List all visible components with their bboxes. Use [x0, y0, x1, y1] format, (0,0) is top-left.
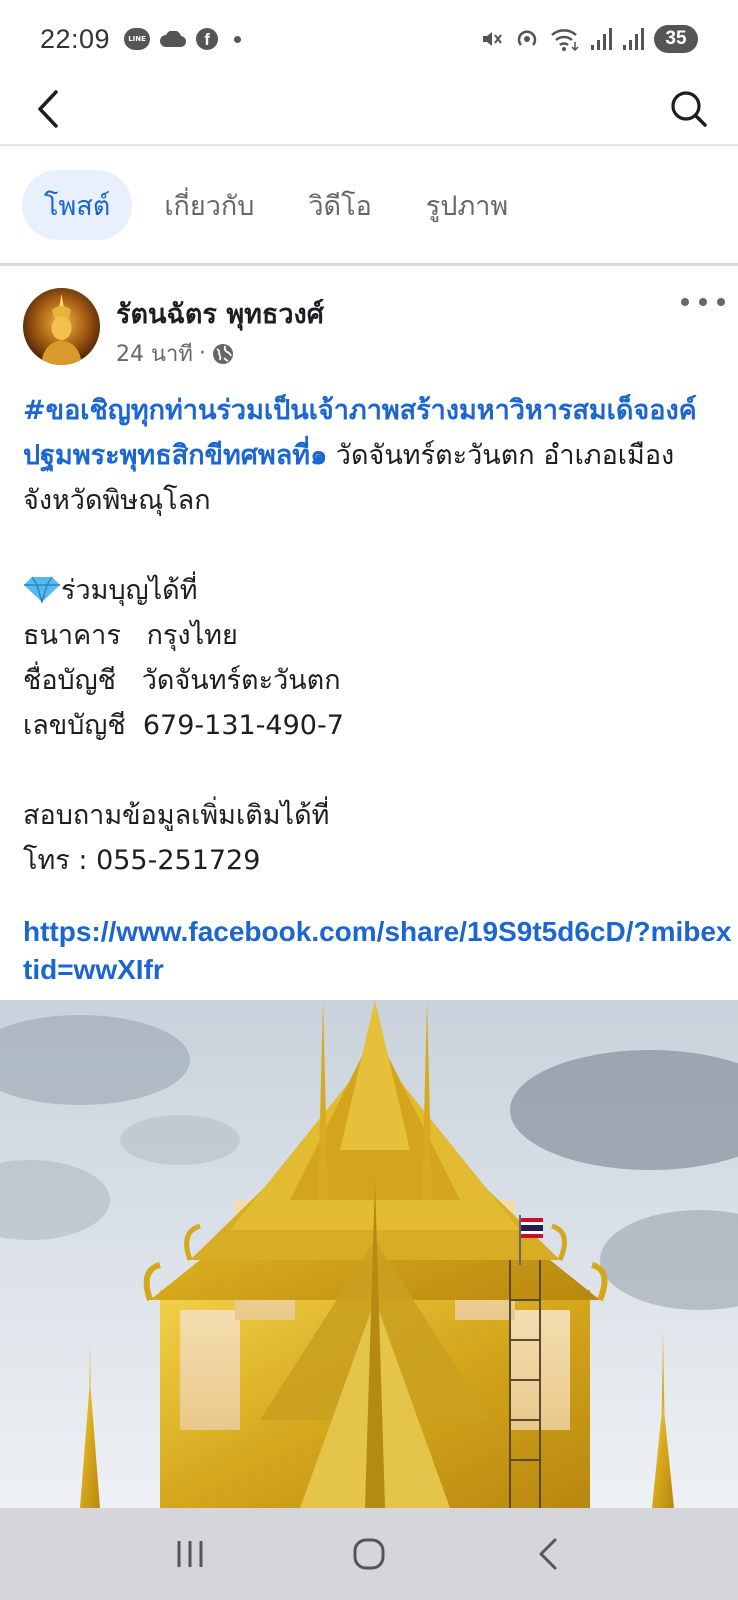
divider — [0, 263, 738, 266]
line-icon: LINE — [124, 28, 151, 50]
account-number-line: เลขบัญชี 679-131-490-7 — [23, 710, 344, 741]
dot-icon — [234, 35, 242, 43]
system-status-icons: 35 — [480, 25, 698, 53]
post-text: #ขอเชิญทุกท่านร่วมเป็นเจ้าภาพสร้างมหาวิห… — [23, 388, 733, 989]
system-navigation-bar — [0, 1508, 738, 1600]
account-name-line: ชื่อบัญชี วัดจันทร์ตะวันตก — [23, 665, 341, 696]
chevron-left-icon — [38, 90, 58, 128]
author-name[interactable]: รัตนฉัตร พุทธวงศ์ — [116, 292, 324, 335]
cloud-icon — [160, 31, 187, 47]
meta-separator: · — [198, 341, 206, 366]
tab-about[interactable]: เกี่ยวกับ — [142, 170, 276, 240]
notification-icons: LINE f — [124, 28, 242, 50]
phone-line: โทร : 055-251729 — [23, 845, 261, 876]
globe-icon — [212, 343, 233, 364]
back-icon — [539, 1538, 557, 1570]
battery-icon: 35 — [654, 25, 698, 53]
signal-icon — [623, 28, 644, 50]
profile-tabs: โพสต์ เกี่ยวกับ วิดีโอ รูปภาพ — [22, 170, 530, 240]
gem-icon — [24, 576, 60, 605]
search-button[interactable] — [664, 84, 714, 134]
facebook-icon: f — [196, 28, 219, 50]
post-intro: #ขอเชิญทุกท่านร่วมเป็นเจ้าภาพสร้างมหาวิห… — [23, 388, 733, 523]
home-icon — [353, 1538, 385, 1570]
post-options-button[interactable] — [681, 290, 725, 314]
tab-posts[interactable]: โพสต์ — [22, 170, 133, 240]
wifi-icon — [551, 29, 579, 52]
status-bar: 22:09 LINE f 35 — [0, 0, 738, 78]
recent-apps-icon — [177, 1541, 203, 1567]
search-icon — [671, 91, 707, 127]
system-back-button[interactable] — [518, 1529, 578, 1579]
home-button[interactable] — [339, 1529, 399, 1579]
post-time[interactable]: 24 นาที — [116, 336, 193, 371]
avatar[interactable] — [23, 288, 100, 365]
avatar-image — [23, 288, 100, 365]
top-navigation — [0, 78, 738, 146]
tab-videos[interactable]: วิดีโอ — [286, 170, 393, 240]
tab-photos[interactable]: รูปภาพ — [404, 170, 530, 240]
bank-line: ธนาคาร กรุงไทย — [23, 620, 238, 651]
post-meta: 24 นาที · — [116, 336, 234, 371]
donate-heading-line: ร่วมบุญได้ที่ — [23, 568, 733, 613]
post-photo[interactable] — [0, 1000, 738, 1508]
hotspot-icon — [517, 30, 537, 46]
signal-icon — [591, 28, 612, 50]
status-time: 22:09 — [40, 23, 111, 54]
post-header: รัตนฉัตร พุทธวงศ์ 24 นาที · — [23, 288, 725, 371]
donate-heading: ร่วมบุญได้ที่ — [61, 575, 198, 606]
temple-photo — [0, 1000, 738, 1508]
mute-icon — [483, 32, 502, 46]
recent-apps-button[interactable] — [160, 1529, 220, 1579]
post-link[interactable]: https://www.facebook.com/share/19S9t5d6c… — [23, 913, 733, 989]
contact-line: สอบถามข้อมูลเพิ่มเติมได้ที่ — [23, 800, 330, 831]
back-button[interactable] — [26, 84, 70, 134]
